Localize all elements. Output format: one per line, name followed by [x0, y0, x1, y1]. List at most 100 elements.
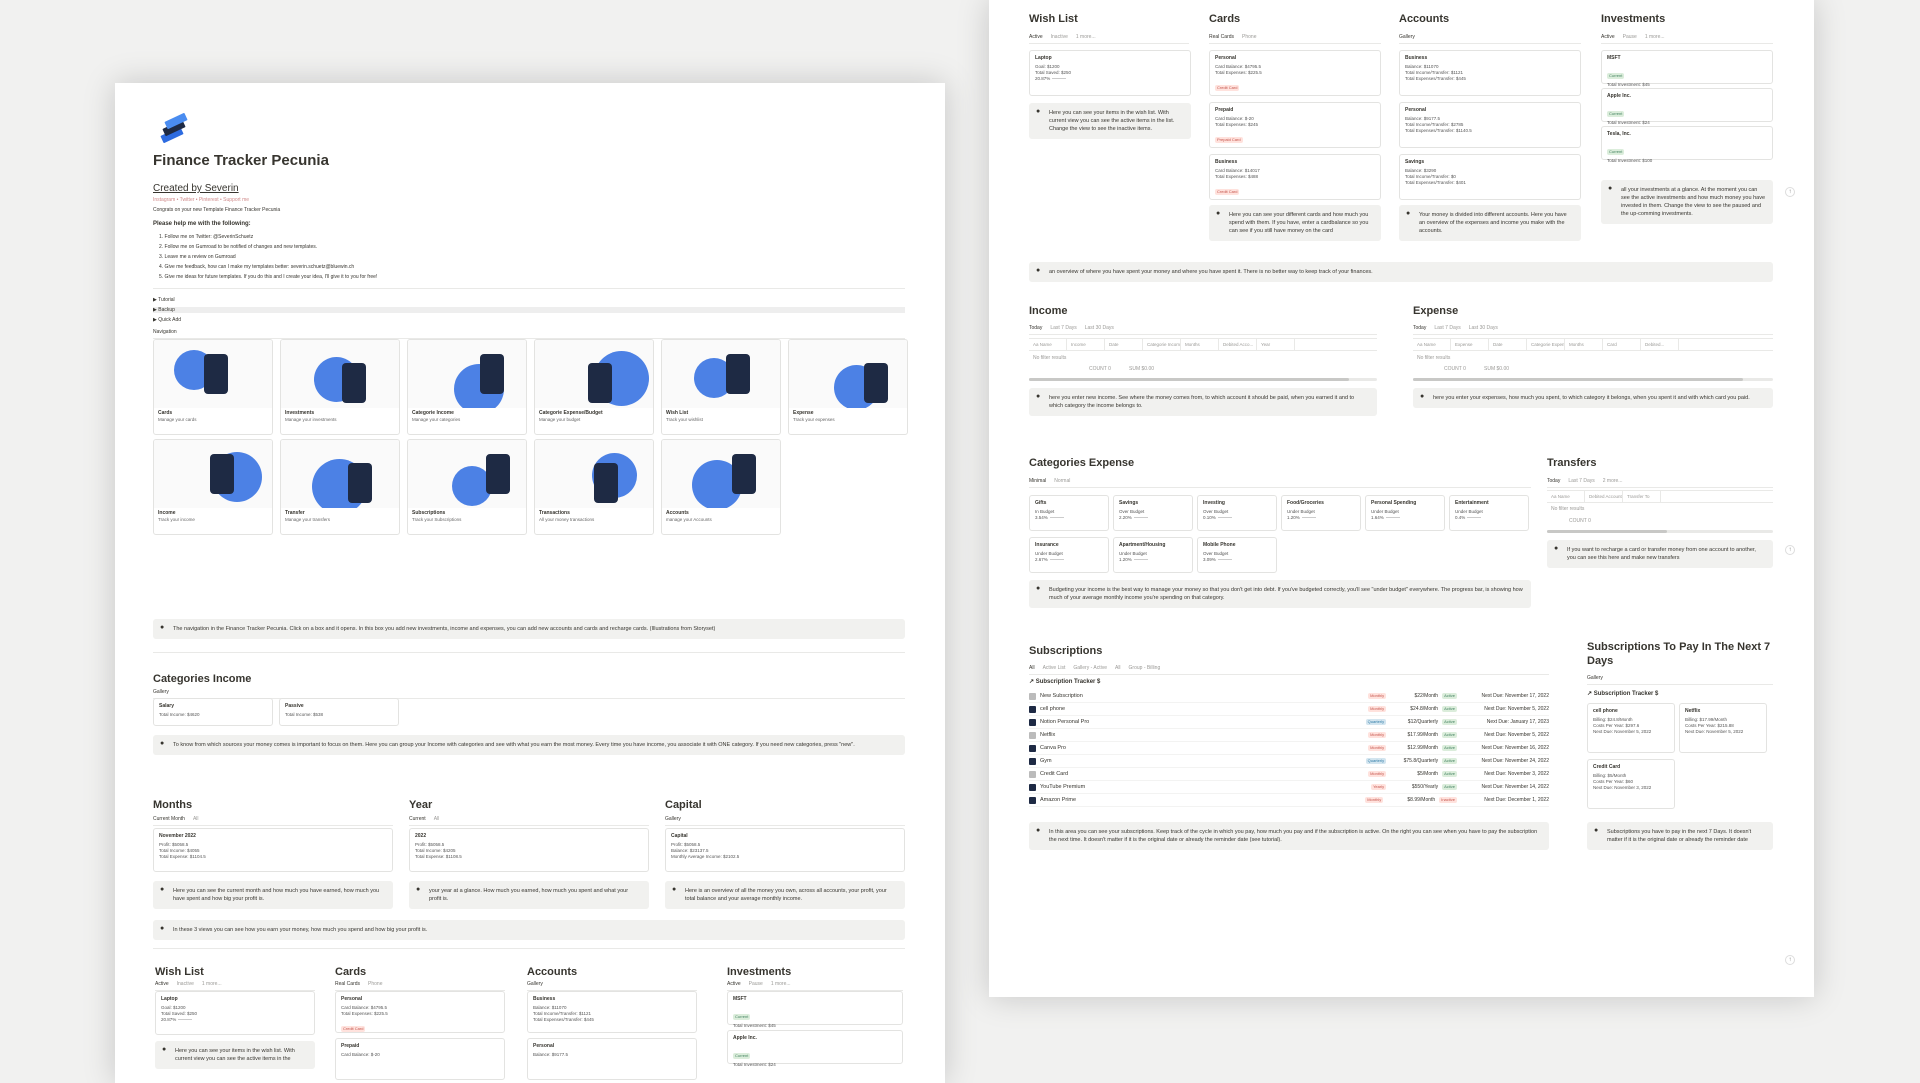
capital-card[interactable]: Capital Profit: $5058.5 Balance: $23137.5 M…: [665, 828, 905, 872]
scroll-up-button[interactable]: ↑: [1785, 545, 1795, 555]
transfers-tabs[interactable]: Today Last 7 Days 2 more...: [1547, 478, 1773, 488]
column-header[interactable]: Transfer To: [1623, 491, 1661, 502]
expense-tabs[interactable]: Today Last 7 Days Last 30 Days: [1413, 325, 1773, 335]
expense-category-card[interactable]: Insurance Under Budget 2.67%: [1029, 537, 1109, 573]
column-header[interactable]: Expense: [1451, 339, 1489, 350]
subscription-row[interactable]: Gym Quarterly $75.8/Quarterly Active Next Du…: [1029, 755, 1549, 768]
income-category-card[interactable]: Passive Total Income: $538: [279, 698, 399, 726]
column-header[interactable]: Categorie Expense: [1527, 339, 1565, 350]
nav-tile-wish-list[interactable]: Wish List Track your wishlist: [661, 339, 781, 435]
column-header[interactable]: Date: [1105, 339, 1143, 350]
expense-category-card[interactable]: Mobile Phone Over Budget 3.09%: [1197, 537, 1277, 573]
nav-view-tabs[interactable]: Navigation: [153, 329, 905, 339]
upcoming-subscription-card[interactable]: Credit Card Billing: $5/Month Costs Per Ye…: [1587, 759, 1675, 809]
nav-tile-subscriptions[interactable]: Subscriptions Track your Subscriptions: [407, 439, 527, 535]
view-tab[interactable]: Current: [409, 816, 426, 822]
subscription-row[interactable]: Credit Card Monthly $5/Month Active Next Due…: [1029, 768, 1549, 781]
next7-db-title[interactable]: ↗ Subscription Tracker $: [1587, 690, 1658, 698]
tab-gallery[interactable]: Gallery: [153, 689, 169, 695]
view-tab[interactable]: All: [193, 816, 199, 822]
column-header[interactable]: Debited Acco...: [1219, 339, 1257, 350]
next7-tabs[interactable]: Gallery: [1587, 675, 1773, 685]
expense-category-card[interactable]: Apartment/Housing Under Budget 1.20%: [1113, 537, 1193, 573]
column-header[interactable]: Year: [1257, 339, 1295, 350]
view-tab[interactable]: All: [434, 816, 440, 822]
column-header[interactable]: Income: [1067, 339, 1105, 350]
column-header[interactable]: Debited...: [1641, 339, 1679, 350]
expense-category-card[interactable]: Savings Over Budget 2.20%: [1113, 495, 1193, 531]
wish-card[interactable]: Laptop Goal: $1200 Total Saved: $250 20.87%: [155, 991, 315, 1035]
accounts-tabs[interactable]: Gallery: [527, 981, 697, 991]
invest-tabs[interactable]: Active Pause 1 more...: [1601, 34, 1773, 44]
wish-tabs[interactable]: Active Inactive 1 more...: [1029, 34, 1189, 44]
months-card[interactable]: November 2022 Profit: $5058.5 Total Income…: [153, 828, 393, 872]
card-item[interactable]: Prepaid Card Balance: $-20: [335, 1038, 505, 1080]
cards-tabs[interactable]: Real Cards Phone: [335, 981, 505, 991]
nav-tile-transfer[interactable]: Transfer Manage your transfers: [280, 439, 400, 535]
account-item[interactable]: Business Balance: $11070 Total Income/Tran…: [1399, 50, 1581, 96]
expense-category-card[interactable]: Personal Spending Under Budget 1.64%: [1365, 495, 1445, 531]
investment-item[interactable]: MSFT Current Total Investment: $45: [1601, 50, 1773, 87]
subscription-row[interactable]: Canva Pro Monthly $12.99/Month Active Next D…: [1029, 742, 1549, 755]
column-header[interactable]: Aa Name: [1413, 339, 1451, 350]
investment-item[interactable]: Tesla, Inc. Current Total Investment: $100: [1601, 126, 1773, 163]
nav-tile-investments[interactable]: Investments Manage your investments: [280, 339, 400, 435]
scroll-up-button[interactable]: ↑: [1785, 955, 1795, 965]
toggle-quick-add[interactable]: ▶ Quick Add: [153, 317, 181, 323]
wish-card[interactable]: Laptop Goal: $1200 Total Saved: $250 20.87%: [1029, 50, 1191, 96]
nav-tile-accounts[interactable]: Accounts manage your Accounts: [661, 439, 781, 535]
nav-tile-income[interactable]: Income Track your income: [153, 439, 273, 535]
scroll-up-button[interactable]: ↑: [1785, 187, 1795, 197]
capital-tabs[interactable]: Gallery: [665, 816, 905, 826]
months-tabs[interactable]: Current Month All: [153, 816, 393, 826]
investment-item[interactable]: Apple Inc. Current Total Investment: $24: [1601, 88, 1773, 125]
toggle-tutorial[interactable]: ▶ Tutorial: [153, 297, 175, 303]
card-item[interactable]: Personal Card Balance: $4795.5 Total Expen…: [1209, 50, 1381, 96]
account-item[interactable]: Business Balance: $11070 Total Income/Tran…: [527, 991, 697, 1033]
cat-expense-tabs[interactable]: Minimal Normal: [1029, 478, 1531, 488]
account-item[interactable]: Personal Balance: $9177.5 Total Income/Tra…: [1399, 102, 1581, 148]
subscription-row[interactable]: Netflix Monthly $17.99/Month Active Next Due…: [1029, 729, 1549, 742]
account-item[interactable]: Personal Balance: $9177.5: [527, 1038, 697, 1080]
view-tab[interactable]: Current Month: [153, 816, 185, 822]
cards-tabs[interactable]: Real Cards Phone: [1209, 34, 1381, 44]
accounts-tabs[interactable]: Gallery: [1399, 34, 1581, 44]
subscription-row[interactable]: Amazon Prime Monthly $8.99/Month Inactive Ne…: [1029, 794, 1549, 807]
subscription-row[interactable]: Notion Personal Pro Quarterly $12/Quarterl…: [1029, 716, 1549, 729]
investment-item[interactable]: MSFT Current Total Investment: $45: [727, 991, 903, 1028]
column-header[interactable]: Date: [1489, 339, 1527, 350]
expense-category-card[interactable]: Gifts In Budget 3.54%: [1029, 495, 1109, 531]
column-header[interactable]: Months: [1565, 339, 1603, 350]
nav-tile-transactions[interactable]: Transactions All your money transactions: [534, 439, 654, 535]
expense-category-card[interactable]: Investing Over Budget 0.10%: [1197, 495, 1277, 531]
account-item[interactable]: Savings Balance: $3290 Total Income/Transf…: [1399, 154, 1581, 200]
subscription-row[interactable]: cell phone Monthly $24.8/Month Active Next D…: [1029, 703, 1549, 716]
card-item[interactable]: Business Card Balance: $14017 Total Expens…: [1209, 154, 1381, 200]
column-header[interactable]: Card: [1603, 339, 1641, 350]
subs-tabs[interactable]: All Active List Gallery - Active All Group -…: [1029, 665, 1549, 675]
expense-category-card[interactable]: Food/Groceries Under Budget 1.20%: [1281, 495, 1361, 531]
subscription-row[interactable]: New Subscription Monthly $22/Month Active Ne…: [1029, 690, 1549, 703]
column-header[interactable]: Categorie Income: [1143, 339, 1181, 350]
income-category-card[interactable]: Salary Total Income: $4620: [153, 698, 273, 726]
subs-db-title[interactable]: ↗ Subscription Tracker $: [1029, 678, 1100, 686]
view-tab[interactable]: Gallery: [665, 816, 681, 822]
subscription-row[interactable]: YouTube Premium Yearly $550/Yearly Active Ne…: [1029, 781, 1549, 794]
income-tabs[interactable]: Today Last 7 Days Last 30 Days: [1029, 325, 1377, 335]
column-header[interactable]: Months: [1181, 339, 1219, 350]
year-tabs[interactable]: Current All: [409, 816, 649, 826]
card-item[interactable]: Personal Card Balance: $4795.5 Total Expen…: [335, 991, 505, 1033]
invest-tabs[interactable]: Active Pause 1 more...: [727, 981, 903, 991]
nav-tile-categorie-expense-budget[interactable]: Categorie Expense/Budget Manage your budg…: [534, 339, 654, 435]
column-header[interactable]: Debited Account: [1585, 491, 1623, 502]
column-header[interactable]: Aa Name: [1547, 491, 1585, 502]
year-card[interactable]: 2022 Profit: $5058.5 Total Income: $4205 To…: [409, 828, 649, 872]
nav-tile-categorie-income[interactable]: Categorie Income Manage your categories: [407, 339, 527, 435]
upcoming-subscription-card[interactable]: cell phone Billing: $24.8/Month Costs Per …: [1587, 703, 1675, 753]
column-header[interactable]: Aa Name: [1029, 339, 1067, 350]
nav-tile-expense[interactable]: Expense Track your expenses: [788, 339, 908, 435]
investment-item[interactable]: Apple Inc. Current Total Investment: $24: [727, 1030, 903, 1067]
nav-tile-cards[interactable]: Cards Manage your cards: [153, 339, 273, 435]
wish-tabs[interactable]: Active Inactive 1 more...: [155, 981, 315, 991]
expense-category-card[interactable]: Entertainment Under Budget 0.4%: [1449, 495, 1529, 531]
